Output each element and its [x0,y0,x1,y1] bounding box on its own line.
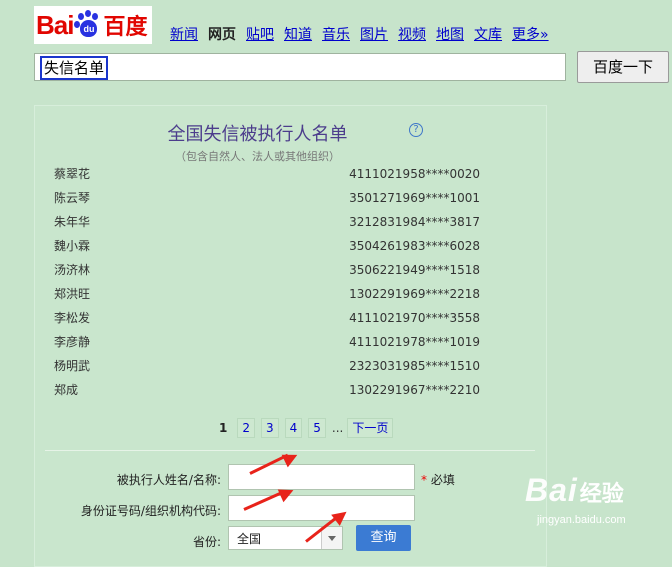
province-label: 省份: [192,535,221,549]
nav-news[interactable]: 新闻 [170,24,198,44]
person-name: 李彦静 [54,335,91,349]
person-name: 杨明武 [54,359,91,373]
baidu-logo[interactable]: Bai du 百度 [34,6,152,44]
person-id: 3212831984****3817 [349,215,480,229]
person-name: 汤济林 [54,263,91,277]
top-nav: 新闻 网页 贴吧 知道 音乐 图片 视频 地图 文库 更多» [170,24,559,44]
person-name: 李松发 [54,311,91,325]
next-page-link[interactable]: 下一页 [347,418,394,438]
required-note: * 必填 [421,471,455,488]
person-id: 4111021958****0020 [349,167,480,181]
page-link-3[interactable]: 3 [261,418,279,438]
pagination: 1 2 3 4 5 ... 下一页 [215,418,399,438]
search-button[interactable]: 百度一下 [577,51,669,83]
person-id: 3504261983****6028 [349,239,480,253]
page-link-5[interactable]: 5 [308,418,326,438]
list-item: 魏小霖 3504261983****6028 [54,237,480,261]
query-button[interactable]: 查询 [356,525,411,551]
list-item: 杨明武 2323031985****1510 [54,357,480,381]
person-id: 4111021970****3558 [349,311,480,325]
province-value: 全国 [237,532,262,546]
logo-text-du: du [80,20,98,37]
person-name: 郑成 [54,383,79,397]
nav-tieba[interactable]: 贴吧 [246,24,274,44]
list-item: 朱年华 3212831984****3817 [54,213,480,237]
card-subtitle: （包含自然人、法人或其他组织） [175,150,340,163]
search-query: 失信名单 [40,56,109,80]
list-item: 蔡翠花 4111021958****0020 [54,165,480,189]
person-id: 2323031985****1510 [349,359,480,373]
search-input[interactable]: 失信名单 [34,53,566,81]
logo-text-bai: Bai [36,9,74,40]
name-label: 被执行人姓名/名称: [116,473,221,487]
id-input[interactable] [228,495,415,521]
nav-images[interactable]: 图片 [360,24,388,44]
required-text: 必填 [430,473,455,487]
person-id: 1302291967****2210 [349,383,480,397]
nav-video[interactable]: 视频 [398,24,426,44]
required-star: * [421,473,427,487]
person-id: 3506221949****1518 [349,263,480,277]
person-name: 魏小霖 [54,239,91,253]
id-label: 身份证号码/组织机构代码: [80,504,221,518]
list-item: 陈云琴 3501271969****1001 [54,189,480,213]
page-current: 1 [219,421,228,435]
list-item: 郑洪旺 1302291969****2218 [54,285,480,309]
nav-wenku[interactable]: 文库 [474,24,502,44]
list-item: 郑成 1302291967****2210 [54,381,480,405]
list-item: 汤济林 3506221949****1518 [54,261,480,285]
person-name: 朱年华 [54,215,91,229]
page-link-2[interactable]: 2 [237,418,255,438]
person-id: 4111021978****1019 [349,335,480,349]
person-name: 郑洪旺 [54,287,91,301]
person-name: 陈云琴 [54,191,91,205]
help-icon[interactable]: ? [409,123,423,137]
page-ellipsis: ... [331,421,344,435]
nav-zhidao[interactable]: 知道 [284,24,312,44]
person-id: 1302291969****2218 [349,287,480,301]
logo-text-baidu: 百度 [103,15,148,40]
baidu-jingyan-watermark: Bai经验 jingyan.baidu.com [525,472,626,526]
page-link-4[interactable]: 4 [284,418,303,438]
nav-more[interactable]: 更多» [512,24,549,44]
list-item: 李彦静 4111021978****1019 [54,333,480,357]
nav-map[interactable]: 地图 [436,24,464,44]
province-select[interactable]: 全国 [228,526,343,550]
paw-icon: du [74,10,102,40]
list-item: 李松发 4111021970****3558 [54,309,480,333]
nav-music[interactable]: 音乐 [322,24,350,44]
nav-web: 网页 [208,27,236,43]
person-list: 蔡翠花 4111021958****0020 陈云琴 3501271969****1… [54,165,480,405]
chevron-down-icon[interactable] [321,527,342,549]
person-id: 3501271969****1001 [349,191,480,205]
person-name: 蔡翠花 [54,167,91,181]
